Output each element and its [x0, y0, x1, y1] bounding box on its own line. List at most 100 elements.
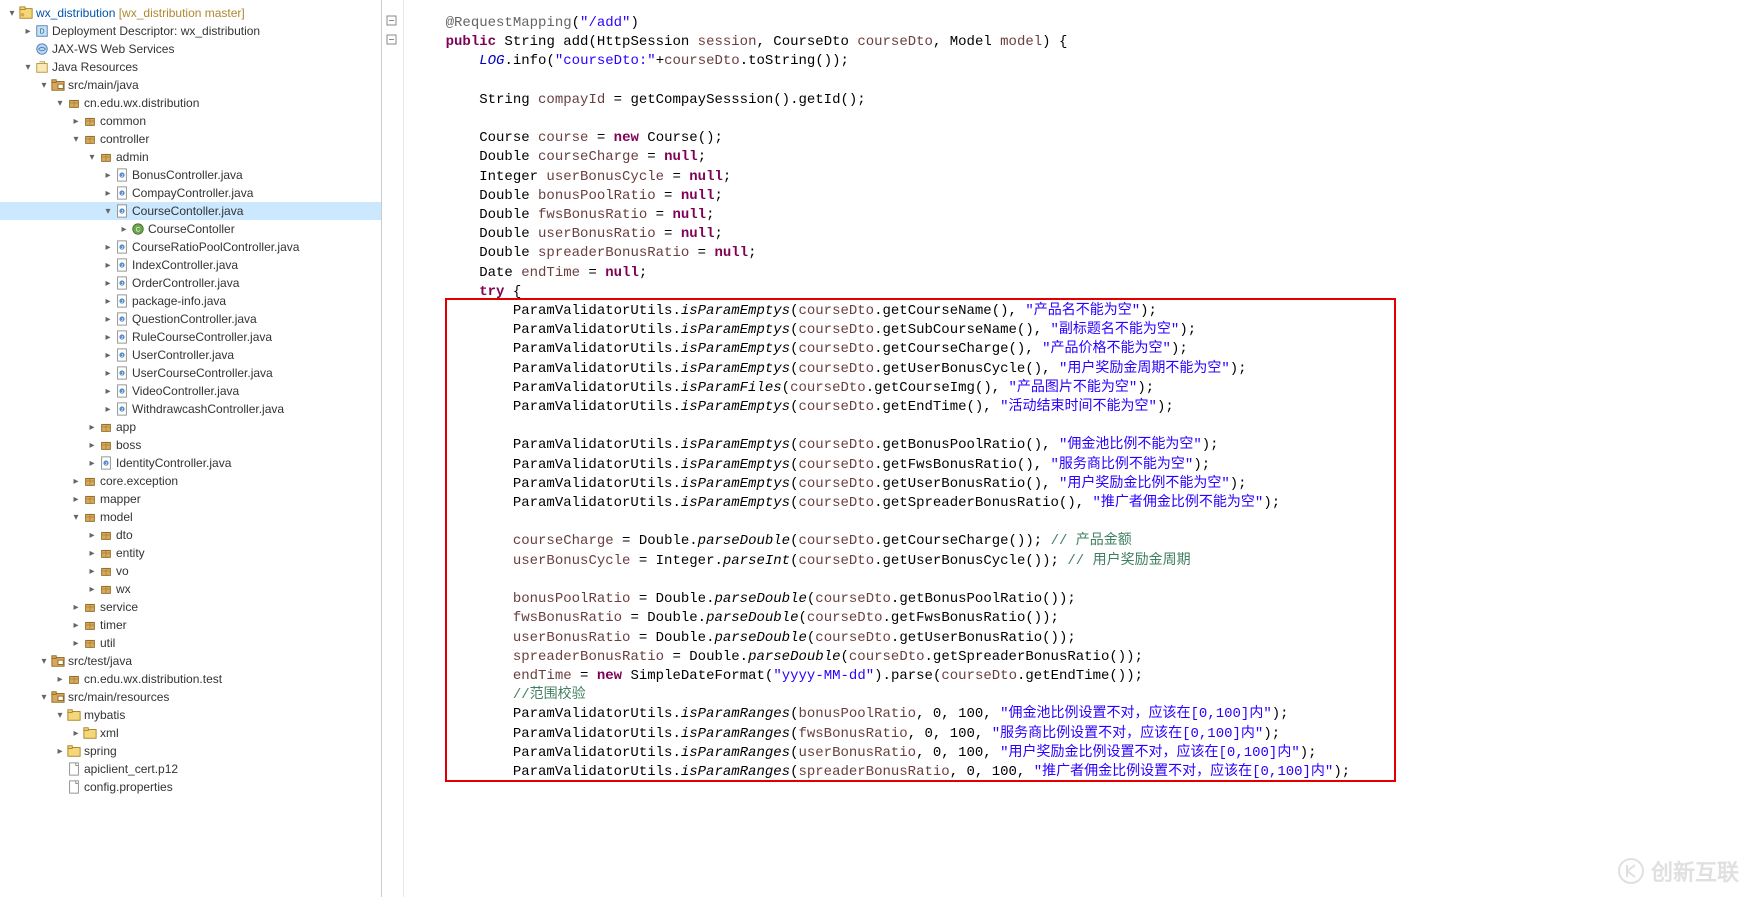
java-icon: J — [114, 203, 130, 219]
tree-item-courseratiopoolcontroller-java[interactable]: ▸JCourseRatioPoolController.java — [0, 238, 381, 256]
collapse-marker-icon[interactable] — [386, 15, 398, 27]
tree-item-vo[interactable]: ▸vo — [0, 562, 381, 580]
tree-twisty-icon[interactable]: ▸ — [102, 386, 114, 397]
tree-item-mybatis[interactable]: ▾mybatis — [0, 706, 381, 724]
tree-twisty-icon[interactable]: ▸ — [70, 494, 82, 505]
tree-twisty-icon[interactable]: ▸ — [102, 368, 114, 379]
code-content[interactable]: @RequestMapping("/add") public String ad… — [382, 0, 1749, 796]
tree-item-src-test-java[interactable]: ▾src/test/java — [0, 652, 381, 670]
project-explorer[interactable]: ▾wx_distribution [wx_distribution master… — [0, 0, 382, 897]
tree-item-jax-ws-web-services[interactable]: JAX-WS Web Services — [0, 40, 381, 58]
tree-twisty-icon[interactable]: ▾ — [38, 692, 50, 703]
tree-item-timer[interactable]: ▸timer — [0, 616, 381, 634]
tree-twisty-icon[interactable]: ▸ — [102, 404, 114, 415]
tree-twisty-icon[interactable]: ▸ — [70, 476, 82, 487]
tree-item-src-main-java[interactable]: ▾src/main/java — [0, 76, 381, 94]
tree-label: CourseContoller.java — [132, 204, 243, 218]
tree-twisty-icon[interactable]: ▸ — [102, 188, 114, 199]
tree-twisty-icon[interactable]: ▸ — [102, 260, 114, 271]
tree-twisty-icon[interactable]: ▾ — [22, 62, 34, 73]
tree-item-withdrawcashcontroller-java[interactable]: ▸JWithdrawcashController.java — [0, 400, 381, 418]
tree-item-dto[interactable]: ▸dto — [0, 526, 381, 544]
tree-item-questioncontroller-java[interactable]: ▸JQuestionController.java — [0, 310, 381, 328]
tree-item-util[interactable]: ▸util — [0, 634, 381, 652]
tree-twisty-icon[interactable]: ▾ — [54, 710, 66, 721]
tree-twisty-icon[interactable]: ▾ — [54, 98, 66, 109]
tree-item-mapper[interactable]: ▸mapper — [0, 490, 381, 508]
project-tree: ▾wx_distribution [wx_distribution master… — [0, 0, 381, 800]
tree-item-ordercontroller-java[interactable]: ▸JOrderController.java — [0, 274, 381, 292]
tree-twisty-icon[interactable]: ▾ — [38, 80, 50, 91]
tree-item-package-info-java[interactable]: ▸Jpackage-info.java — [0, 292, 381, 310]
tree-twisty-icon[interactable]: ▸ — [102, 170, 114, 181]
tree-twisty-icon[interactable]: ▸ — [70, 638, 82, 649]
tree-twisty-icon[interactable]: ▸ — [86, 422, 98, 433]
tree-twisty-icon[interactable]: ▸ — [118, 224, 130, 235]
tree-item-controller[interactable]: ▾controller — [0, 130, 381, 148]
tree-twisty-icon[interactable]: ▸ — [86, 440, 98, 451]
svg-text:J: J — [121, 173, 123, 178]
tree-twisty-icon[interactable]: ▾ — [70, 512, 82, 523]
tree-item-apiclient_cert-p12[interactable]: apiclient_cert.p12 — [0, 760, 381, 778]
tree-item-usercontroller-java[interactable]: ▸ J UserController.java — [0, 346, 381, 364]
tree-twisty-icon[interactable]: ▾ — [70, 134, 82, 145]
tree-twisty-icon[interactable]: ▸ — [86, 458, 98, 469]
tree-item-wx_distribution[interactable]: ▾wx_distribution [wx_distribution master… — [0, 4, 381, 22]
tree-twisty-icon[interactable]: ▸ — [22, 26, 34, 37]
svg-text:J: J — [121, 353, 123, 358]
tree-twisty-icon[interactable]: ▸ — [86, 584, 98, 595]
java-icon: J — [114, 185, 130, 201]
tree-item-service[interactable]: ▸service — [0, 598, 381, 616]
tree-twisty-icon[interactable]: ▸ — [86, 566, 98, 577]
tree-twisty-icon[interactable]: ▸ — [102, 314, 114, 325]
srcfolder-icon — [50, 77, 66, 93]
tree-item-xml[interactable]: ▸xml — [0, 724, 381, 742]
tree-item-rulecoursecontroller-java[interactable]: ▸JRuleCourseController.java — [0, 328, 381, 346]
tree-item-cn-edu-wx-distribution[interactable]: ▾cn.edu.wx.distribution — [0, 94, 381, 112]
tree-twisty-icon[interactable]: ▸ — [86, 548, 98, 559]
tree-twisty-icon[interactable]: ▸ — [70, 728, 82, 739]
tree-item-config-properties[interactable]: config.properties — [0, 778, 381, 796]
tree-twisty-icon[interactable]: ▸ — [102, 350, 114, 361]
tree-item-common[interactable]: ▸common — [0, 112, 381, 130]
tree-label: UserController.java — [132, 348, 234, 362]
tree-twisty-icon[interactable]: ▸ — [102, 242, 114, 253]
tree-item-compaycontroller-java[interactable]: ▸JCompayController.java — [0, 184, 381, 202]
tree-twisty-icon[interactable]: ▸ — [102, 296, 114, 307]
tree-item-wx[interactable]: ▸wx — [0, 580, 381, 598]
collapse-marker-icon[interactable] — [386, 34, 398, 46]
pkg-icon — [82, 509, 98, 525]
tree-twisty-icon[interactable]: ▾ — [38, 656, 50, 667]
tree-item-cn-edu-wx-distribution-test[interactable]: ▸cn.edu.wx.distribution.test — [0, 670, 381, 688]
tree-item-identitycontroller-java[interactable]: ▸JIdentityController.java — [0, 454, 381, 472]
tree-item-entity[interactable]: ▸entity — [0, 544, 381, 562]
tree-label: WithdrawcashController.java — [132, 402, 284, 416]
tree-twisty-icon[interactable]: ▸ — [86, 530, 98, 541]
tree-item-java-resources[interactable]: ▾Java Resources — [0, 58, 381, 76]
tree-item-boss[interactable]: ▸boss — [0, 436, 381, 454]
tree-item-indexcontroller-java[interactable]: ▸JIndexController.java — [0, 256, 381, 274]
tree-twisty-icon[interactable]: ▸ — [70, 602, 82, 613]
tree-twisty-icon[interactable]: ▸ — [54, 674, 66, 685]
tree-twisty-icon[interactable]: ▾ — [86, 152, 98, 163]
tree-twisty-icon[interactable]: ▸ — [54, 746, 66, 757]
tree-item-app[interactable]: ▸app — [0, 418, 381, 436]
tree-twisty-icon[interactable]: ▸ — [70, 116, 82, 127]
tree-item-deployment-descriptor--wx_distribution[interactable]: ▸DDeployment Descriptor: wx_distribution — [0, 22, 381, 40]
tree-item-model[interactable]: ▾model — [0, 508, 381, 526]
tree-item-coursecontoller[interactable]: ▸CCourseContoller — [0, 220, 381, 238]
tree-item-videocontroller-java[interactable]: ▸JVideoController.java — [0, 382, 381, 400]
tree-twisty-icon[interactable]: ▸ — [70, 620, 82, 631]
tree-twisty-icon[interactable]: ▾ — [102, 206, 114, 217]
tree-item-src-main-resources[interactable]: ▾src/main/resources — [0, 688, 381, 706]
tree-twisty-icon[interactable]: ▾ — [6, 8, 18, 19]
tree-item-spring[interactable]: ▸spring — [0, 742, 381, 760]
tree-item-coursecontoller-java[interactable]: ▾JCourseContoller.java — [0, 202, 381, 220]
tree-item-core-exception[interactable]: ▸core.exception — [0, 472, 381, 490]
code-editor[interactable]: @RequestMapping("/add") public String ad… — [382, 0, 1749, 897]
tree-twisty-icon[interactable]: ▸ — [102, 332, 114, 343]
tree-item-bonuscontroller-java[interactable]: ▸JBonusController.java — [0, 166, 381, 184]
tree-twisty-icon[interactable]: ▸ — [102, 278, 114, 289]
tree-item-admin[interactable]: ▾admin — [0, 148, 381, 166]
tree-item-usercoursecontroller-java[interactable]: ▸JUserCourseController.java — [0, 364, 381, 382]
